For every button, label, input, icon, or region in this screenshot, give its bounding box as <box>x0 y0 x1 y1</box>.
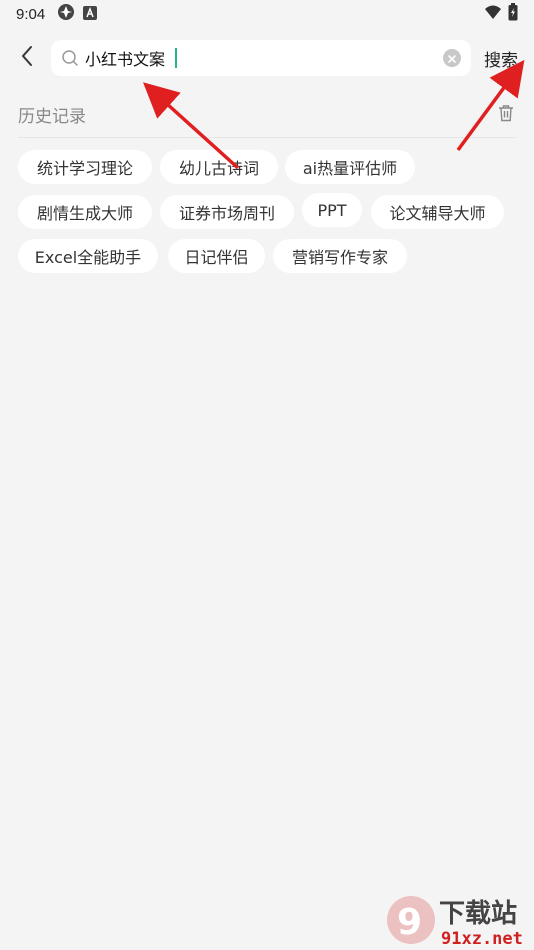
history-tag[interactable]: 统计学习理论 <box>18 150 152 184</box>
chevron-left-icon <box>20 45 34 71</box>
search-row: 搜索 <box>0 40 534 76</box>
status-left-icons <box>57 3 98 25</box>
status-bar: 9:04 <box>0 0 534 28</box>
history-tag[interactable]: 论文辅导大师 <box>371 195 504 229</box>
search-submit-button[interactable]: 搜索 <box>484 46 518 71</box>
battery-icon <box>508 3 518 25</box>
clear-button[interactable] <box>443 49 461 67</box>
search-input[interactable] <box>85 48 175 68</box>
history-tag[interactable]: 日记伴侣 <box>168 239 265 273</box>
watermark-logo: 9 下载站 91xz.net <box>385 892 533 949</box>
svg-text:9: 9 <box>397 902 422 943</box>
status-time: 9:04 <box>16 5 46 23</box>
history-tag[interactable]: ai热量评估师 <box>285 150 415 184</box>
trash-icon[interactable] <box>498 104 514 126</box>
search-box[interactable] <box>51 40 471 76</box>
history-divider <box>18 137 516 138</box>
history-tag[interactable]: 证券市场周刊 <box>160 195 294 229</box>
history-header: 历史记录 <box>18 102 518 128</box>
history-tag[interactable]: 剧情生成大师 <box>18 195 152 229</box>
wifi-icon <box>484 4 502 24</box>
back-button[interactable] <box>12 42 42 74</box>
history-tag[interactable]: Excel全能助手 <box>18 239 158 273</box>
history-tag[interactable]: 幼儿古诗词 <box>160 150 278 184</box>
watermark-brand: 下载站 <box>439 899 517 929</box>
app-icon <box>57 3 75 25</box>
search-icon <box>61 48 81 68</box>
text-caret <box>175 48 177 68</box>
history-tag[interactable]: PPT <box>302 193 362 227</box>
close-icon <box>447 49 457 68</box>
font-icon <box>83 5 98 24</box>
history-title: 历史记录 <box>18 107 86 127</box>
watermark-domain: 91xz.net <box>441 929 523 948</box>
history-tag[interactable]: 营销写作专家 <box>273 239 407 273</box>
status-right-icons <box>484 3 518 25</box>
